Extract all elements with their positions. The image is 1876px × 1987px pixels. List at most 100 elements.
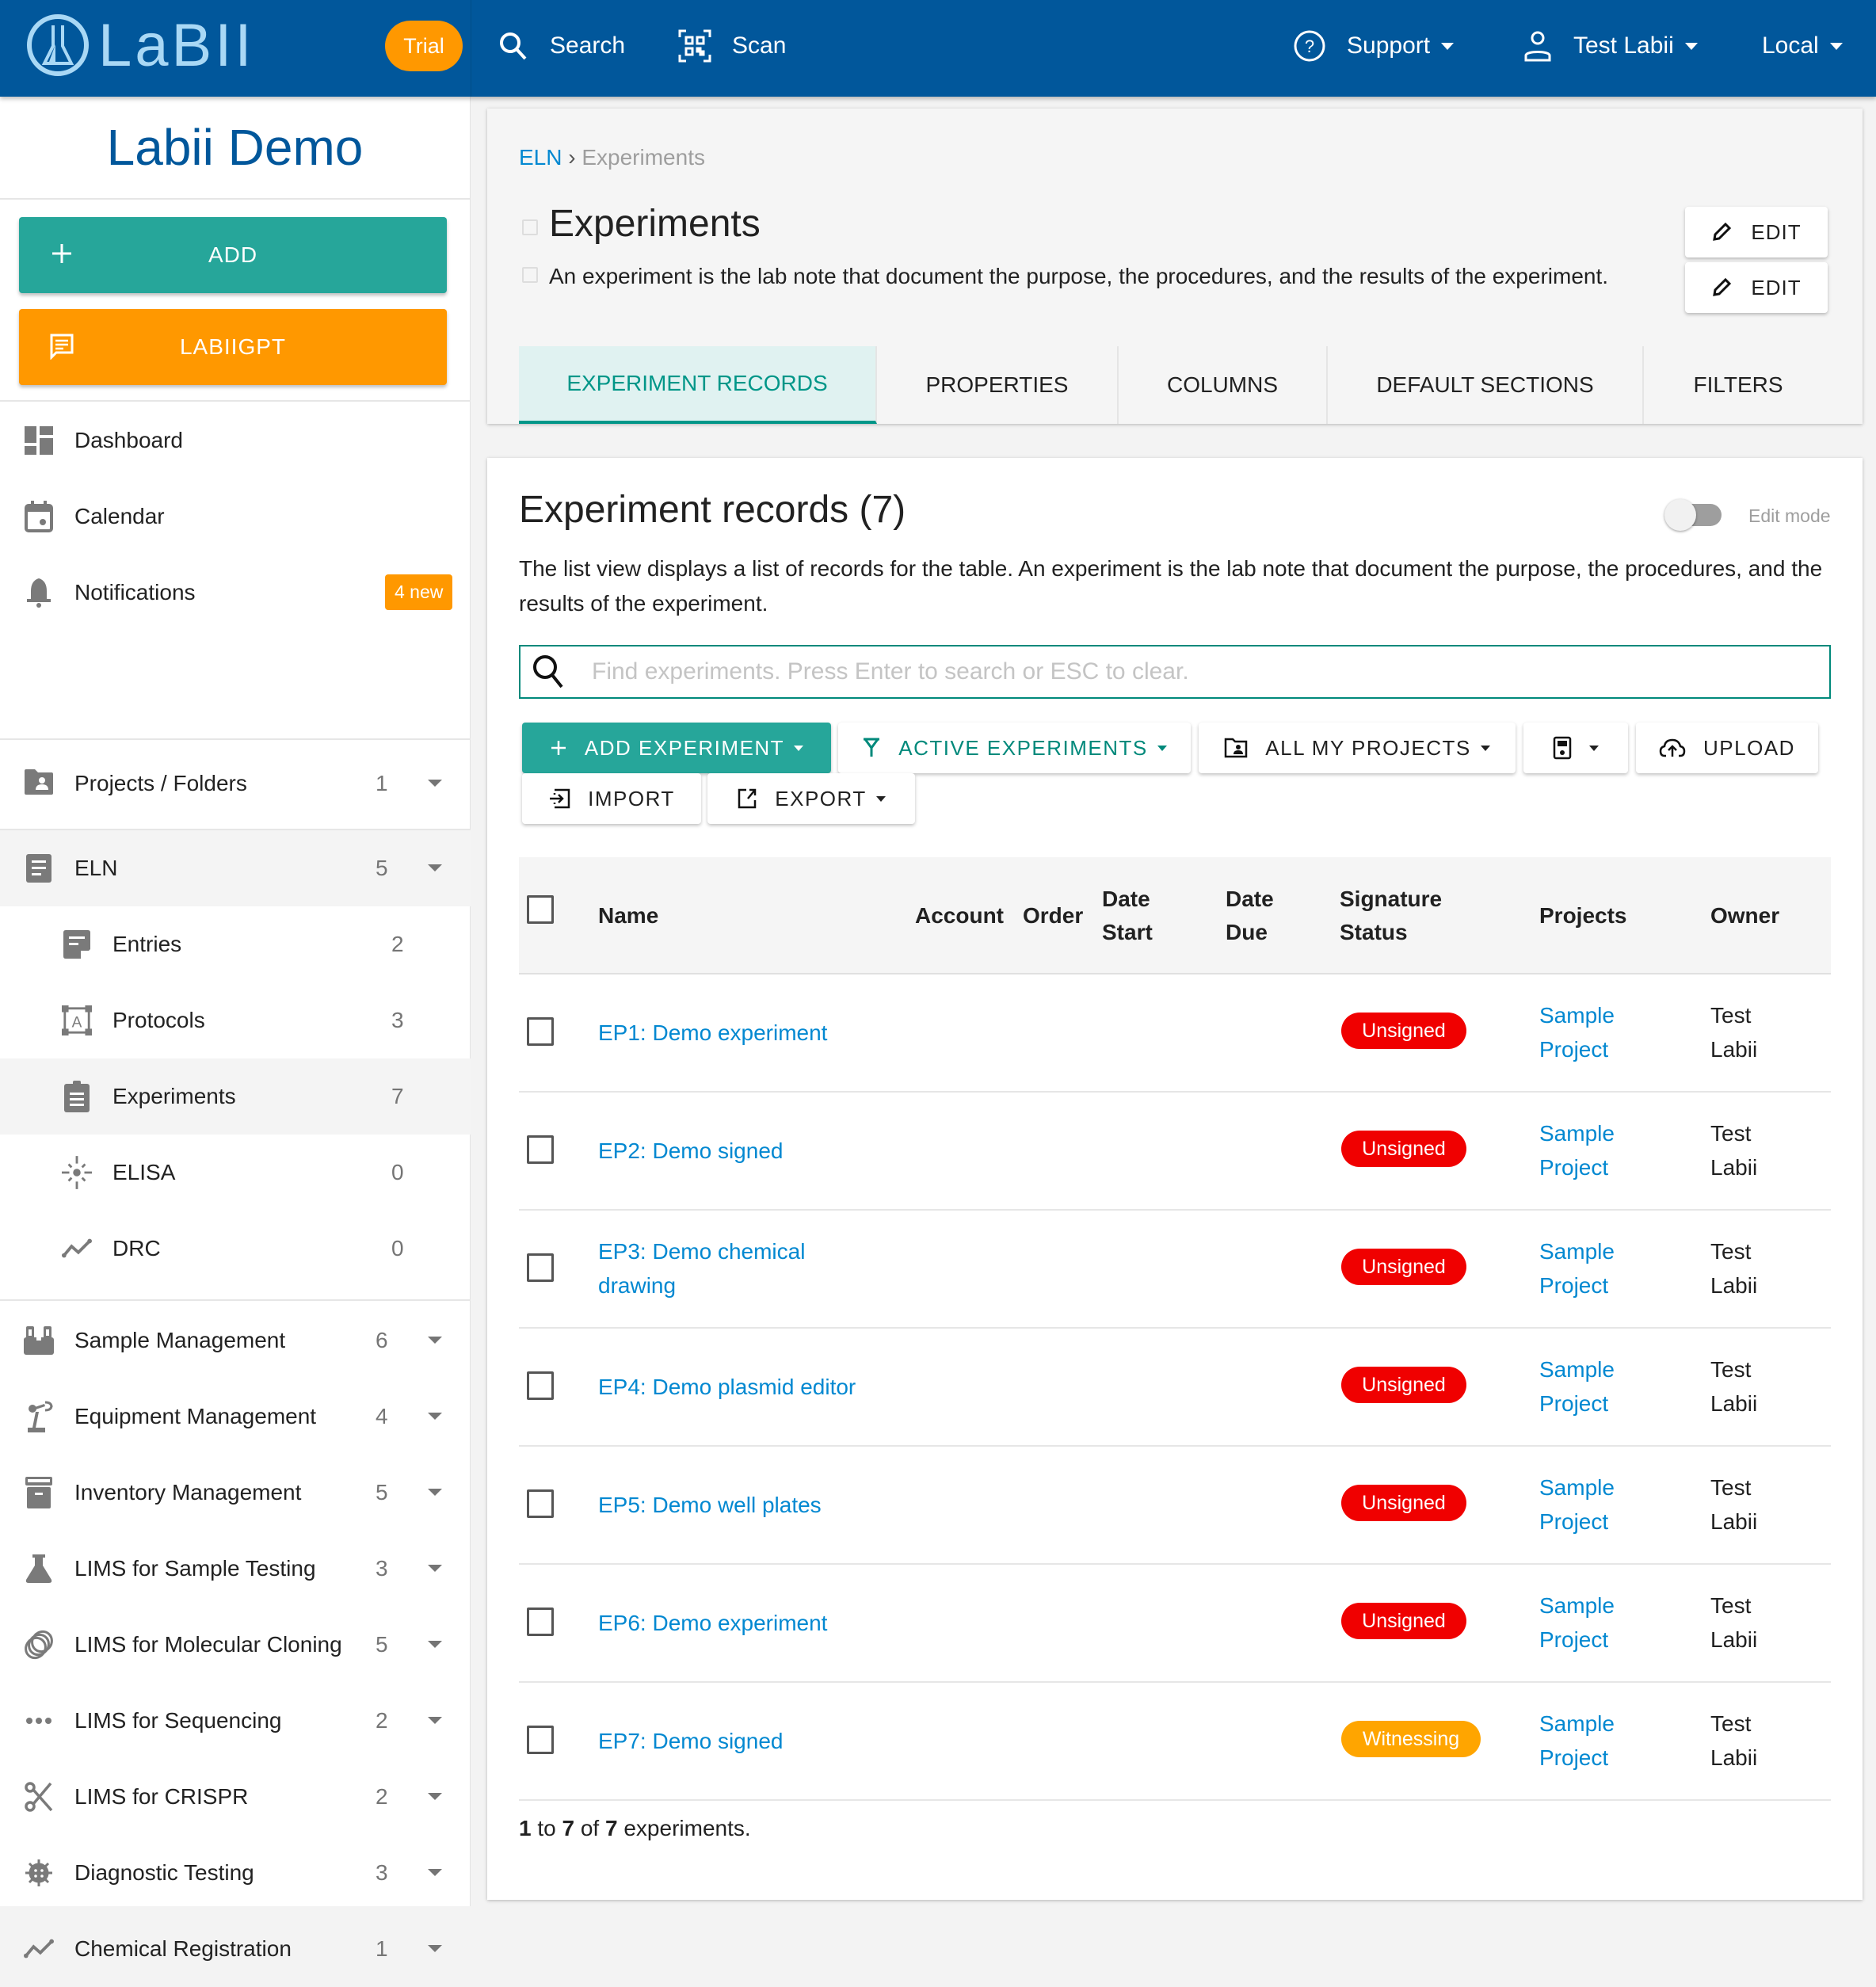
upload-button[interactable]: UPLOAD: [1636, 723, 1818, 773]
sidebar-item-calendar[interactable]: Calendar: [0, 479, 471, 555]
chevron-down-icon[interactable]: [428, 1945, 442, 1952]
column-header-name[interactable]: Name: [598, 899, 658, 932]
sidebar-item-chemical-registration[interactable]: Chemical Registration 1: [0, 1911, 471, 1987]
sidebar-item-experiments[interactable]: Experiments 7: [0, 1058, 471, 1135]
dots-icon: [24, 1706, 54, 1736]
copy-icon[interactable]: [522, 219, 538, 235]
sidebar-item-diagnostic-testing[interactable]: Diagnostic Testing 3: [0, 1835, 471, 1911]
user-menu[interactable]: Test Labii: [1523, 0, 1698, 92]
row-checkbox[interactable]: [527, 1489, 554, 1518]
labiigpt-button[interactable]: LABIIGPT: [19, 309, 447, 385]
chevron-down-icon[interactable]: [428, 1641, 442, 1648]
labii-logo[interactable]: LaBII: [25, 12, 254, 79]
project-link[interactable]: Sample Project: [1539, 1588, 1615, 1657]
column-header-projects[interactable]: Projects: [1539, 899, 1627, 932]
project-link[interactable]: Sample Project: [1539, 1470, 1615, 1539]
export-button[interactable]: EXPORT: [707, 773, 915, 824]
chevron-down-icon[interactable]: [428, 780, 442, 787]
tab-experiment-records[interactable]: EXPERIMENT RECORDS: [519, 346, 877, 424]
row-checkbox[interactable]: [527, 1135, 554, 1164]
chevron-down-icon[interactable]: [428, 1793, 442, 1800]
project-link[interactable]: Sample Project: [1539, 1116, 1615, 1184]
clipboard-icon: [62, 1081, 92, 1112]
select-all-checkbox[interactable]: [527, 895, 554, 924]
sidebar-item-protocols[interactable]: A Protocols 3: [0, 982, 471, 1058]
owner-text: Labii: [1710, 1745, 1758, 1770]
search-input[interactable]: [592, 658, 1829, 685]
sidebar-item-lims-sequencing[interactable]: LIMS for Sequencing 2: [0, 1683, 471, 1759]
column-header-signature-status[interactable]: Signature Status: [1340, 883, 1442, 949]
project-link[interactable]: Sample Project: [1539, 1234, 1615, 1302]
saved-views-button[interactable]: [1523, 723, 1628, 773]
experiment-name-link[interactable]: EP6: Demo experiment: [598, 1606, 883, 1640]
trial-badge[interactable]: Trial: [385, 21, 463, 71]
sidebar-item-lims-sample-testing[interactable]: LIMS for Sample Testing 3: [0, 1531, 471, 1607]
experiment-name-link[interactable]: EP3: Demo chemical drawing: [598, 1234, 836, 1302]
add-button[interactable]: ADD: [19, 217, 447, 293]
project-link-text: Sample: [1539, 1357, 1615, 1382]
pagination-text: experiments.: [617, 1816, 751, 1840]
edit-title-button[interactable]: EDIT: [1685, 207, 1828, 257]
chevron-down-icon[interactable]: [428, 1413, 442, 1420]
import-button[interactable]: IMPORT: [522, 773, 701, 824]
sidebar-item-eln[interactable]: ELN 5: [0, 830, 471, 906]
sidebar-item-elisa[interactable]: ELISA 0: [0, 1135, 471, 1211]
experiment-name-link[interactable]: EP7: Demo signed: [598, 1724, 883, 1758]
row-checkbox[interactable]: [527, 1608, 554, 1636]
tab-properties[interactable]: PROPERTIES: [877, 346, 1119, 424]
sidebar-item-count: 5: [376, 856, 388, 880]
row-checkbox[interactable]: [527, 1371, 554, 1400]
column-header-account[interactable]: Account: [915, 899, 1004, 932]
sidebar-item-entries[interactable]: Entries 2: [0, 906, 471, 982]
sidebar-item-notifications[interactable]: Notifications 4 new: [0, 555, 471, 631]
chevron-down-icon[interactable]: [428, 864, 442, 871]
add-experiment-button[interactable]: ADD EXPERIMENT: [522, 723, 831, 773]
project-link[interactable]: Sample Project: [1539, 1707, 1615, 1775]
sidebar-item-label: Protocols: [112, 1008, 205, 1032]
sidebar-item-projects[interactable]: Projects / Folders 1: [0, 740, 471, 827]
row-checkbox[interactable]: [527, 1726, 554, 1754]
chevron-down-icon[interactable]: [428, 1337, 442, 1344]
scan-nav-button[interactable]: Scan: [678, 0, 786, 92]
page-title: Experiments: [549, 203, 761, 245]
chevron-down-icon[interactable]: [428, 1565, 442, 1572]
column-header-date-start[interactable]: Date Start: [1102, 883, 1153, 949]
sidebar-item-dashboard[interactable]: Dashboard: [0, 402, 471, 479]
flask-logo-icon: [27, 14, 89, 76]
sidebar-item-drc[interactable]: DRC 0: [0, 1211, 471, 1287]
column-header-order[interactable]: Order: [1023, 899, 1083, 932]
column-header-date-due[interactable]: Date Due: [1226, 883, 1274, 949]
sidebar-item-sample-management[interactable]: Sample Management 6: [0, 1302, 471, 1379]
search-nav-button[interactable]: Search: [498, 0, 625, 92]
project-link[interactable]: Sample Project: [1539, 998, 1615, 1066]
tab-filters[interactable]: FILTERS: [1644, 346, 1832, 424]
owner-text: Labii: [1710, 1509, 1758, 1534]
experiment-name-link[interactable]: EP4: Demo plasmid editor: [598, 1370, 883, 1404]
sidebar-item-inventory-management[interactable]: Inventory Management 5: [0, 1455, 471, 1531]
support-menu[interactable]: ? Support: [1293, 0, 1455, 92]
chevron-down-icon[interactable]: [428, 1869, 442, 1876]
sidebar-item-equipment-management[interactable]: Equipment Management 4: [0, 1379, 471, 1455]
copy-icon[interactable]: [522, 267, 538, 283]
chevron-down-icon[interactable]: [428, 1489, 442, 1496]
experiment-name-link[interactable]: EP2: Demo signed: [598, 1134, 883, 1168]
all-my-projects-button[interactable]: ALL MY PROJECTS: [1199, 723, 1516, 773]
edit-mode-toggle[interactable]: [1664, 499, 1722, 531]
chevron-down-icon: [1684, 42, 1698, 50]
breadcrumb-eln-link[interactable]: ELN: [519, 145, 562, 170]
project-link-text: Sample: [1539, 1475, 1615, 1500]
project-link[interactable]: Sample Project: [1539, 1352, 1615, 1421]
chevron-down-icon[interactable]: [428, 1717, 442, 1724]
tab-columns[interactable]: COLUMNS: [1119, 346, 1328, 424]
sidebar-item-lims-molecular-cloning[interactable]: LIMS for Molecular Cloning 5: [0, 1607, 471, 1683]
sidebar-item-lims-crispr[interactable]: LIMS for CRISPR 2: [0, 1759, 471, 1835]
row-checkbox[interactable]: [527, 1253, 554, 1282]
tab-default-sections[interactable]: DEFAULT SECTIONS: [1328, 346, 1644, 424]
experiment-name-link[interactable]: EP5: Demo well plates: [598, 1488, 883, 1522]
edit-description-button[interactable]: EDIT: [1685, 262, 1828, 313]
row-checkbox[interactable]: [527, 1017, 554, 1046]
locale-menu[interactable]: Local: [1762, 0, 1843, 92]
column-header-owner[interactable]: Owner: [1710, 899, 1779, 932]
experiment-name-link[interactable]: EP1: Demo experiment: [598, 1016, 883, 1050]
active-experiments-filter-button[interactable]: ACTIVE EXPERIMENTS: [838, 723, 1191, 773]
